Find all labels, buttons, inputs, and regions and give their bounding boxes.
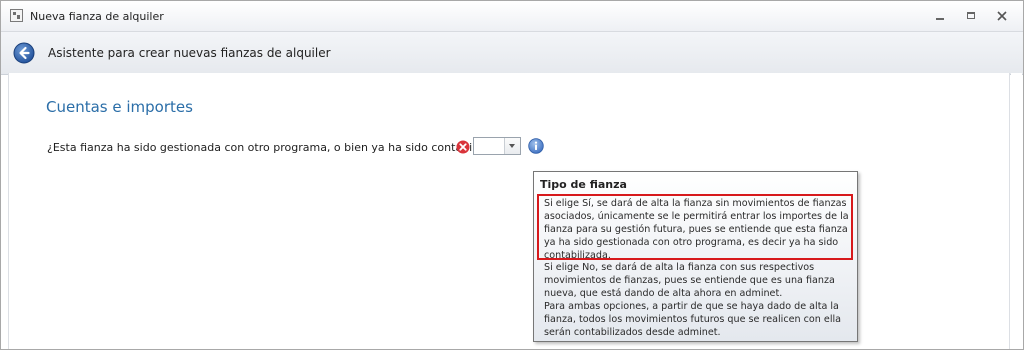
- tooltip-paragraph-yes: Si elige Sí, se dará de alta la fianza s…: [544, 197, 850, 262]
- minimize-icon: [936, 18, 944, 20]
- managed-elsewhere-select[interactable]: [473, 137, 521, 155]
- tooltip-line: ya ha sido gestionada con otro programa,…: [544, 237, 839, 248]
- close-icon: [997, 11, 1007, 21]
- error-icon: [456, 140, 470, 154]
- wizard-header: Asistente para crear nuevas fianzas de a…: [1, 32, 1023, 75]
- maximize-icon: [967, 12, 975, 19]
- tooltip-line: nueva, que está dando de alta ahora en a…: [544, 288, 783, 299]
- tooltip-line: asociados, únicamente se le permitirá en…: [544, 211, 849, 222]
- tooltip-line: Si elige No, se dará de alta la fianza c…: [544, 262, 815, 273]
- tooltip-line: Si elige Sí, se dará de alta la fianza s…: [544, 198, 847, 209]
- tooltip-line: serán contabilizados desde adminet.: [544, 327, 721, 338]
- info-icon[interactable]: [528, 138, 544, 154]
- maximize-button[interactable]: [961, 8, 983, 24]
- title-bar: Nueva fianza de alquiler: [1, 1, 1023, 32]
- wizard-title: Asistente para crear nuevas fianzas de a…: [48, 46, 331, 60]
- tooltip-line: fianza, todos los movimientos futuros qu…: [544, 314, 842, 325]
- question-label: ¿Esta fianza ha sido gestionada con otro…: [47, 141, 511, 154]
- back-arrow-icon: [13, 42, 35, 64]
- close-button[interactable]: [991, 8, 1013, 24]
- tooltip-line: Para ambas opciones, a partir de que se …: [544, 301, 839, 312]
- window-title: Nueva fianza de alquiler: [30, 10, 164, 23]
- tooltip-paragraph-both: Para ambas opciones, a partir de que se …: [544, 300, 850, 339]
- app-icon[interactable]: [10, 9, 23, 22]
- minimize-button[interactable]: [929, 8, 951, 24]
- section-title: Cuentas e importes: [46, 98, 193, 116]
- dropdown-arrow-icon[interactable]: [504, 138, 520, 154]
- tooltip-paragraph-no: Si elige No, se dará de alta la fianza c…: [544, 261, 850, 300]
- tooltip-title: Tipo de fianza: [540, 178, 627, 191]
- scroll-gutter: [1011, 73, 1022, 349]
- back-button[interactable]: [13, 42, 35, 64]
- tooltip-line: movimientos de fianzas, pues se entiende…: [544, 275, 835, 286]
- tooltip-tipo-fianza: Tipo de fianza Si elige Sí, se dará de a…: [533, 171, 858, 342]
- tooltip-line: fianza para su gestión futura, pues se e…: [544, 224, 848, 235]
